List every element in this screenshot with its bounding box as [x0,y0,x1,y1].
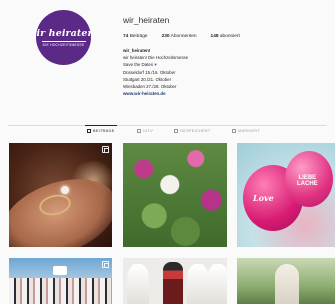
tab-posts[interactable]: BEITRÄGE [85,125,117,133]
tag-icon [232,129,236,133]
ring-stone [61,186,69,194]
post-outdoor-bride[interactable] [237,258,335,304]
tv-icon [137,129,141,133]
post-flower-wall[interactable] [123,143,227,247]
stat-following[interactable]: 148 abonniert [211,34,240,39]
grid-icon [87,129,91,133]
bio-name: wir_heiraten! [123,48,151,53]
post-ring[interactable] [9,143,112,247]
multiple-photos-icon [102,261,109,268]
event-banner [53,266,67,275]
post-group-photo[interactable] [9,258,112,304]
dress [187,264,209,304]
profile-bio: wir_heiraten! wir heiraten! Die Hochzeit… [123,47,188,97]
dress [207,264,227,304]
tab-saved[interactable]: GESPEICHERT [174,129,210,133]
multiple-photos-icon [102,146,109,153]
crowd [9,278,112,304]
profile-avatar[interactable]: wir heiraten! DIE HOCHZEITSMESSE [36,10,91,65]
avatar-subtitle: DIE HOCHZEITSMESSE [42,42,85,47]
bio-line: wir heiraten! Die Hochzeitsmesse [123,55,189,61]
bio-line: Stuttgart 20./21. Oktober [123,76,172,82]
bride-figure [275,264,299,304]
bio-website-link[interactable]: www.wir-heiraten.de [123,90,188,97]
avatar-brand-text: wir heiraten! [36,27,91,39]
bio-line: Wiesbaden 27./28. Oktober [123,84,177,90]
stat-followers[interactable]: 230 Abonnenten [162,34,197,39]
tab-tagged[interactable]: MARKIERT [232,129,260,133]
post-balloons[interactable]: Love LIEBE LACHE [237,143,335,247]
bookmark-icon [174,129,178,133]
post-wedding-dresses[interactable] [123,258,227,304]
balloon-text-liebe: LIEBE LACHE [297,175,318,187]
profile-tabs: BEITRÄGE IGTV GESPEICHERT MARKIERT [0,125,335,138]
dress [127,264,149,304]
stat-posts: 74 Beiträge [123,34,148,39]
bio-line: Düsseldorf 15./16. Oktober [123,69,176,75]
profile-stats: 74 Beiträge 230 Abonnenten 148 abonniert [123,34,240,39]
balloon-text-love: Love [253,193,274,203]
avatar-divider [41,40,86,42]
profile-username: wir_heiraten [123,15,170,25]
model [163,262,183,304]
tab-igtv[interactable]: IGTV [137,129,153,133]
purple-heart-icon: ♥ [154,62,157,68]
bio-line: Save the Dates ♥ [123,62,157,68]
